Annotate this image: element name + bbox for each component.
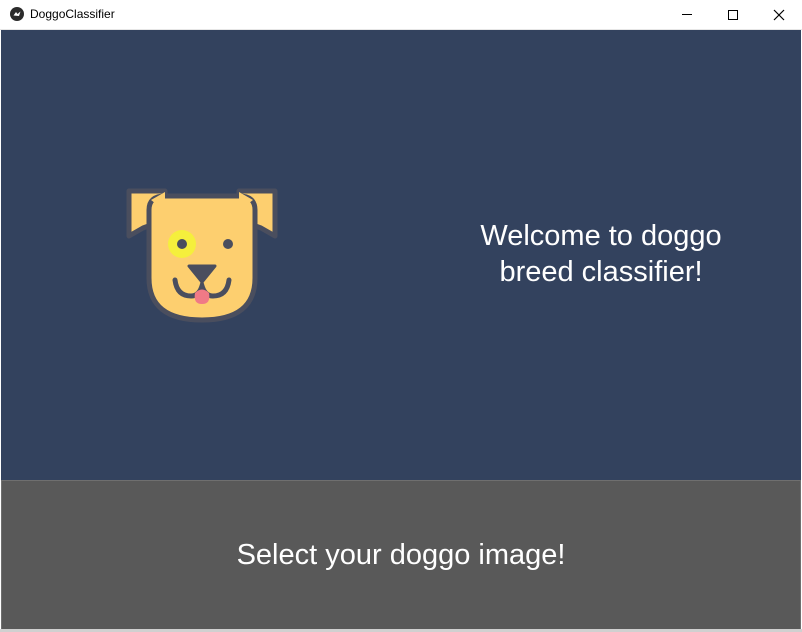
welcome-line-2: breed classifier!	[499, 256, 703, 288]
welcome-message: Welcome to doggo breed classifier!	[441, 218, 761, 290]
select-image-label: Select your doggo image!	[236, 539, 566, 571]
window-title: DoggoClassifier	[30, 7, 115, 21]
dog-face-icon	[126, 188, 278, 323]
maximize-icon	[728, 10, 738, 20]
maximize-button[interactable]	[710, 0, 756, 29]
close-button[interactable]	[756, 0, 802, 29]
select-image-button[interactable]: Select your doggo image!	[1, 480, 801, 630]
minimize-button[interactable]	[664, 0, 710, 29]
title-bar[interactable]: DoggoClassifier	[0, 0, 802, 30]
main-panel: Welcome to doggo breed classifier!	[1, 30, 801, 480]
close-icon	[773, 9, 785, 21]
welcome-line-1: Welcome to doggo	[480, 220, 722, 252]
app-window: DoggoClassifier Welcome to doggo breed c…	[0, 0, 802, 632]
minimize-icon	[682, 14, 692, 15]
kivy-logo-icon	[10, 7, 24, 21]
